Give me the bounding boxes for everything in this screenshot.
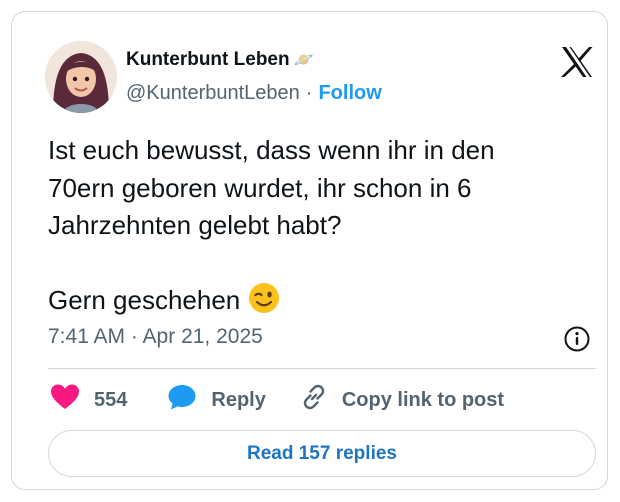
author-handle[interactable]: @KunterbuntLeben — [126, 82, 300, 105]
heart-icon — [50, 383, 80, 417]
separator-dot: · — [305, 82, 313, 104]
action-bar: 554 Reply Copy link to post — [50, 384, 504, 416]
tweet-timestamp[interactable]: 7:41 AM · Apr 21, 2025 — [48, 325, 263, 349]
winking-face-icon — [248, 282, 280, 325]
like-count: 554 — [94, 388, 128, 411]
copy-link-label: Copy link to post — [341, 388, 505, 411]
author-name-row[interactable]: Kunterbunt Leben 🪐 — [126, 49, 314, 71]
info-icon[interactable] — [563, 325, 591, 353]
read-replies-button[interactable]: Read 157 replies — [48, 430, 596, 477]
tweet-text: Ist euch bewusst, dass wenn ihr in den 7… — [48, 132, 588, 325]
author-handle-row: @KunterbuntLeben · Follow — [126, 82, 382, 105]
x-logo-icon[interactable] — [560, 46, 594, 78]
reply-bubble-icon — [167, 383, 197, 417]
reply-label: Reply — [211, 388, 266, 411]
planet-emoji-icon: 🪐 — [293, 52, 314, 69]
avatar[interactable] — [45, 41, 117, 113]
copy-link-button[interactable]: Copy link to post — [300, 383, 504, 417]
tweet-card: Kunterbunt Leben 🪐 @KunterbuntLeben · Fo… — [11, 11, 608, 490]
divider — [48, 368, 596, 369]
link-icon — [300, 383, 328, 417]
follow-button[interactable]: Follow — [318, 82, 381, 105]
like-button[interactable]: 554 — [50, 383, 127, 417]
author-display-name[interactable]: Kunterbunt Leben — [126, 49, 290, 71]
reply-button[interactable]: Reply — [167, 383, 266, 417]
